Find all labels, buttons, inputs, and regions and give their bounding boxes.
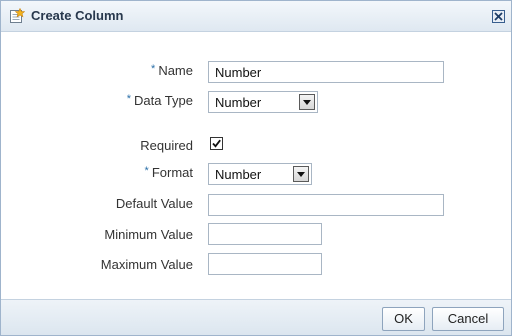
new-column-icon [9, 7, 26, 24]
required-label: Required [140, 138, 193, 153]
ok-button[interactable]: OK [382, 307, 425, 331]
cancel-button[interactable]: Cancel [432, 307, 504, 331]
checkmark-icon [212, 139, 221, 148]
required-marker: * [151, 63, 156, 75]
data-type-select[interactable]: Number [208, 91, 318, 113]
close-button[interactable] [492, 10, 505, 23]
dialog-title: Create Column [31, 8, 124, 23]
maximum-value-label: Maximum Value [100, 257, 193, 272]
format-value: Number [215, 167, 262, 182]
create-column-dialog: Create Column *Name *Data Type Number Re… [0, 0, 512, 336]
data-type-value: Number [215, 95, 262, 110]
required-checkbox[interactable] [210, 137, 223, 150]
dialog-footer: OK Cancel [1, 299, 511, 335]
maximum-value-input[interactable] [208, 253, 322, 275]
name-input[interactable] [208, 61, 444, 83]
close-icon [494, 12, 503, 21]
minimum-value-input[interactable] [208, 223, 322, 245]
minimum-value-label: Minimum Value [104, 227, 193, 242]
format-select[interactable]: Number [208, 163, 312, 185]
name-label: * Name [151, 63, 193, 78]
required-marker: * [144, 165, 149, 177]
dropdown-arrow-icon[interactable] [293, 166, 309, 182]
default-value-label: Default Value [115, 196, 193, 211]
default-value-input[interactable] [208, 194, 444, 216]
format-label: * Format [144, 165, 193, 180]
data-type-label: * Data Type [126, 93, 193, 108]
dropdown-arrow-icon[interactable] [299, 94, 315, 110]
dialog-titlebar[interactable]: Create Column [1, 1, 511, 32]
required-marker: * [126, 93, 131, 105]
